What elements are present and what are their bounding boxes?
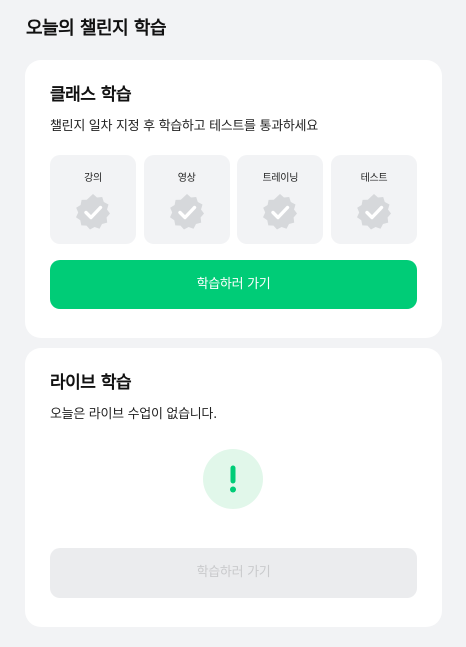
- page-title: 오늘의 챌린지 학습: [26, 18, 167, 39]
- check-badge-icon: [263, 194, 298, 230]
- learning-steps: 강의 영상 트레이닝 테스트: [50, 155, 417, 244]
- step-test[interactable]: 테스트: [330, 155, 417, 244]
- check-badge-icon: [169, 194, 204, 230]
- step-lecture[interactable]: 강의: [50, 155, 136, 244]
- step-label: 영상: [177, 173, 196, 184]
- step-label: 트레이닝: [262, 173, 299, 184]
- class-learning-description: 챌린지 일차 지정 후 학습하고 테스트를 통과하세요: [50, 119, 318, 134]
- go-live-study-button: 학습하러 가기: [50, 548, 417, 598]
- class-learning-title: 클래스 학습: [50, 85, 132, 105]
- live-learning-description: 오늘은 라이브 수업이 없습니다.: [50, 407, 217, 422]
- exclamation-icon: [203, 449, 263, 509]
- step-label: 강의: [84, 173, 102, 184]
- go-study-button[interactable]: 학습하러 가기: [50, 260, 417, 309]
- step-training[interactable]: 트레이닝: [237, 155, 324, 244]
- step-label: 테스트: [360, 173, 388, 184]
- class-learning-card: 클래스 학습 챌린지 일차 지정 후 학습하고 테스트를 통과하세요 강의 영상…: [25, 60, 442, 338]
- check-badge-icon: [76, 194, 110, 230]
- check-badge-icon: [356, 194, 391, 230]
- live-learning-card: 라이브 학습 오늘은 라이브 수업이 없습니다. 학습하러 가기: [25, 348, 442, 627]
- live-learning-title: 라이브 학습: [50, 373, 132, 393]
- step-video[interactable]: 영상: [143, 155, 230, 244]
